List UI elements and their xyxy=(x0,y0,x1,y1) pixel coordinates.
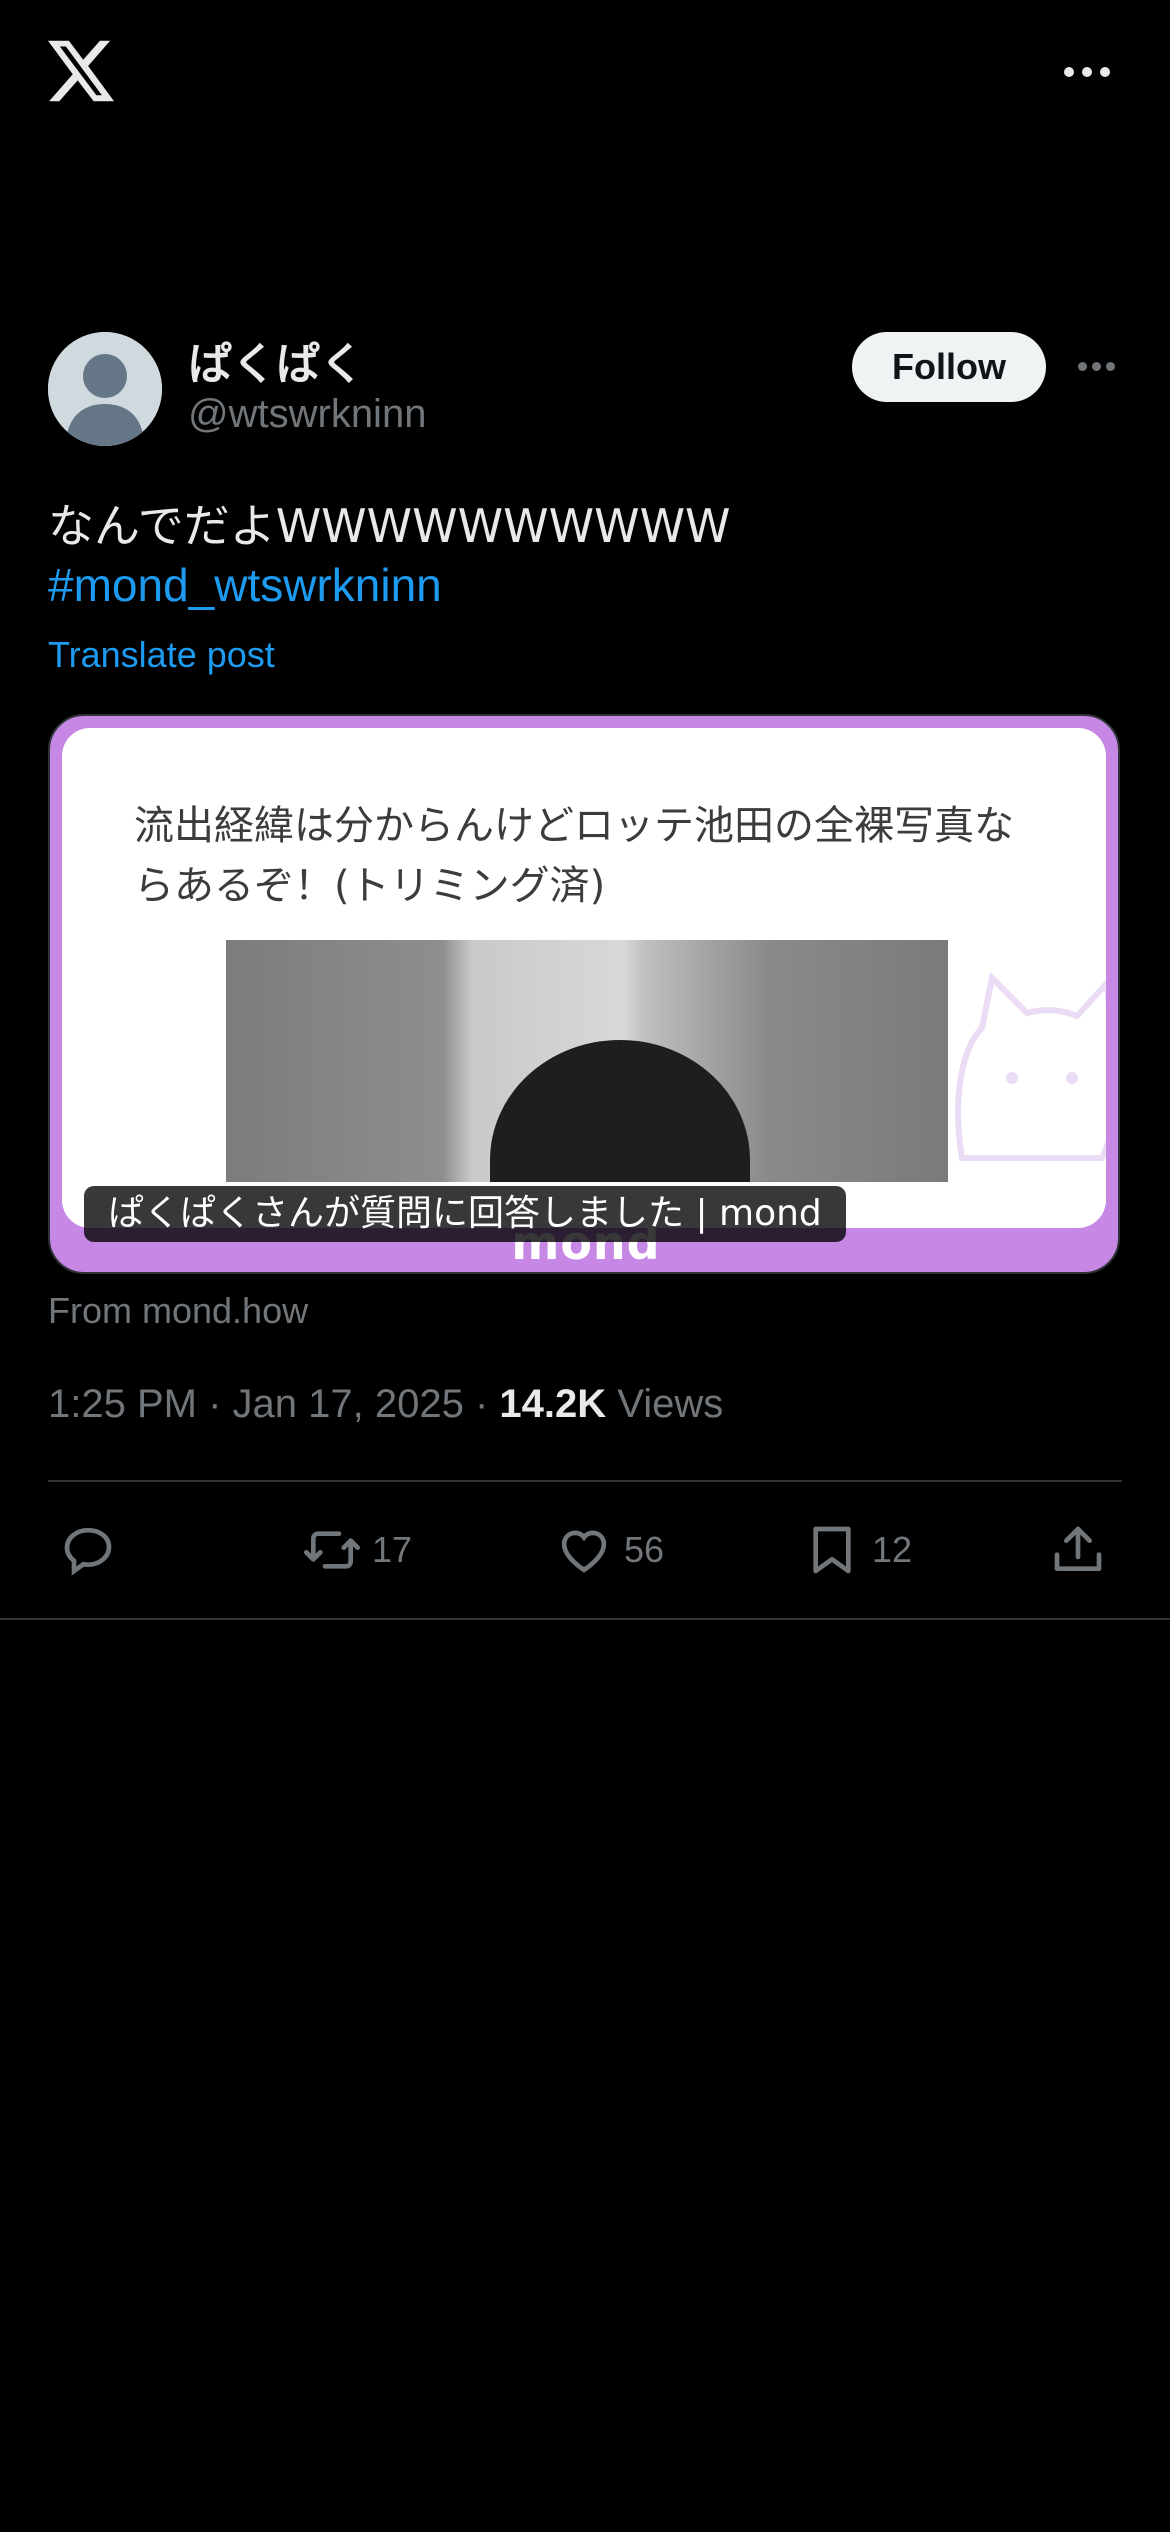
card-question-text: 流出経緯は分からんけどロッテ池田の全裸写真ならあるぞ！(トリミング済) xyxy=(134,803,1014,909)
card-image: 流出経緯は分からんけどロッテ池田の全裸写真ならあるぞ！(トリミング済) xyxy=(62,728,1106,1228)
follow-button[interactable]: Follow xyxy=(852,332,1046,402)
hashtag-link[interactable]: #mond_wtswrkninn xyxy=(48,558,442,612)
top-bar xyxy=(0,0,1170,150)
post-text: なんでだよWWWWWWWWWW xyxy=(48,499,731,553)
reply-icon xyxy=(64,1527,112,1576)
like-button[interactable]: 56 xyxy=(556,1520,664,1580)
post-date[interactable]: Jan 17, 2025 xyxy=(233,1382,464,1426)
translate-post-link[interactable]: Translate post xyxy=(48,634,275,676)
author-handle[interactable]: @wtswrkninn xyxy=(188,392,426,437)
default-avatar-icon xyxy=(48,332,162,446)
divider xyxy=(48,1480,1122,1482)
more-icon[interactable] xyxy=(1062,62,1112,82)
bookmark-button[interactable]: 12 xyxy=(804,1520,912,1580)
author-display-name[interactable]: ぱくぱく xyxy=(188,328,364,392)
share-icon xyxy=(1054,1526,1102,1571)
card-photo xyxy=(226,940,948,1182)
card-source[interactable]: From mond.how xyxy=(48,1290,308,1332)
card-caption: ぱくぱくさんが質問に回答しました | mond xyxy=(84,1186,846,1242)
cat-watermark-icon xyxy=(955,971,1106,1161)
bookmark-count: 12 xyxy=(872,1529,913,1570)
repost-button[interactable]: 17 xyxy=(304,1520,412,1580)
divider xyxy=(0,1618,1170,1620)
bookmark-icon xyxy=(813,1526,851,1574)
views-label: Views xyxy=(617,1382,724,1426)
share-button[interactable] xyxy=(1050,1520,1106,1580)
reply-button[interactable] xyxy=(60,1520,128,1580)
repost-icon xyxy=(304,1531,360,1569)
post-more-icon[interactable] xyxy=(1076,360,1118,374)
repost-count: 17 xyxy=(372,1529,413,1570)
heart-icon xyxy=(561,1530,607,1573)
action-bar: 17 56 12 xyxy=(0,1500,1170,1600)
views-count: 14.2K xyxy=(499,1382,607,1426)
x-logo-icon[interactable] xyxy=(48,40,114,102)
link-card[interactable]: 流出経緯は分からんけどロッテ池田の全裸写真ならあるぞ！(トリミング済) mond… xyxy=(48,714,1120,1274)
meta-separator: · xyxy=(208,1382,233,1426)
like-count: 56 xyxy=(624,1529,665,1570)
post-time[interactable]: 1:25 PM xyxy=(48,1382,197,1426)
post-meta: 1:25 PM · Jan 17, 2025 · 14.2K Views xyxy=(48,1382,723,1427)
meta-separator: · xyxy=(474,1382,500,1426)
avatar[interactable] xyxy=(48,332,162,446)
